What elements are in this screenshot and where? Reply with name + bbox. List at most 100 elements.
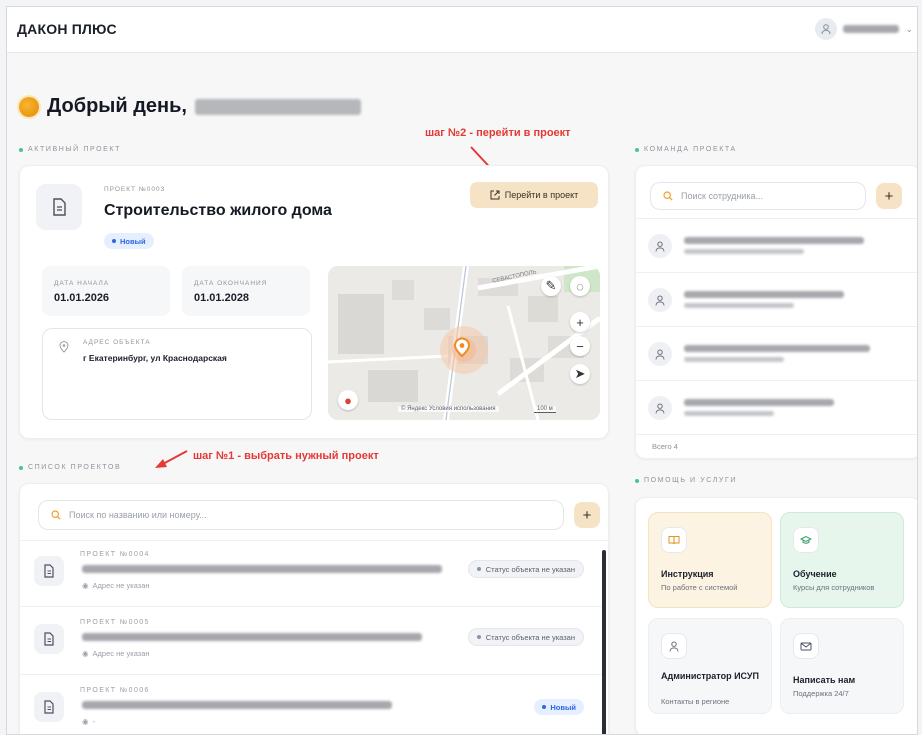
project-number: ПРОЕКТ №0005 bbox=[80, 619, 150, 626]
project-address: ◉ - bbox=[82, 717, 95, 726]
member-name-redacted bbox=[684, 399, 834, 406]
map-layers-icon[interactable]: ◌ bbox=[570, 276, 590, 296]
go-to-project-button[interactable]: Перейти в проект bbox=[470, 182, 598, 208]
tile-training[interactable]: Обучение Курсы для сотрудников bbox=[780, 512, 904, 608]
member-name-redacted bbox=[684, 291, 844, 298]
team-member-row[interactable] bbox=[636, 381, 917, 435]
member-role-redacted bbox=[684, 303, 794, 308]
project-name-redacted bbox=[82, 633, 422, 641]
go-to-project-label: Перейти в проект bbox=[504, 190, 579, 200]
top-bar: ДАКОН ПЛЮС ⌄ bbox=[7, 7, 917, 53]
status-badge: Статус объекта не указан bbox=[467, 560, 584, 578]
map-ruler-icon[interactable]: ✎ bbox=[541, 276, 561, 296]
active-project-card: ПРОЕКТ №0003 Строительство жилого дома Н… bbox=[19, 165, 609, 439]
end-date-value: 01.01.2028 bbox=[194, 292, 250, 304]
section-dot-icon bbox=[635, 147, 639, 152]
user-name-redacted bbox=[843, 25, 900, 33]
tile-subtitle: По работе с системой bbox=[661, 583, 738, 592]
map-locate-icon[interactable]: ➤ bbox=[570, 364, 590, 384]
status-badge: Новый bbox=[104, 230, 154, 249]
project-number: ПРОЕКТ №0004 bbox=[80, 551, 150, 558]
document-icon bbox=[34, 624, 64, 654]
graduation-cap-icon bbox=[793, 527, 819, 553]
address-card: АДРЕС ОБЪЕКТА г Екатеринбург, ул Краснод… bbox=[42, 328, 312, 420]
project-row[interactable]: ПРОЕКТ №0005 ◉ Адрес не указан Статус объ… bbox=[20, 609, 604, 675]
project-title: Строительство жилого дома bbox=[104, 202, 332, 219]
person-icon bbox=[648, 234, 672, 258]
location-pin-icon bbox=[59, 341, 69, 353]
project-row[interactable]: ПРОЕКТ №0006 ◉ - Новый bbox=[20, 677, 604, 734]
team-member-row[interactable] bbox=[636, 273, 917, 327]
start-date-label: ДАТА НАЧАЛА bbox=[54, 280, 110, 287]
section-dot-icon bbox=[19, 147, 23, 152]
status-badge-label: Новый bbox=[550, 702, 576, 712]
document-icon bbox=[34, 692, 64, 722]
person-icon bbox=[648, 288, 672, 312]
project-address-text: - bbox=[92, 717, 96, 726]
document-icon bbox=[34, 556, 64, 586]
member-role-redacted bbox=[684, 411, 774, 416]
section-title-active-project: АКТИВНЫЙ ПРОЕКТ bbox=[19, 146, 121, 153]
greeting: Добрый день, bbox=[19, 95, 361, 118]
team-card: Поиск сотрудника... + Всего 4 bbox=[635, 165, 917, 459]
status-badge-label: Статус объекта не указан bbox=[485, 564, 575, 574]
tile-title: Обучение bbox=[793, 569, 837, 579]
map-attribution[interactable]: © Яндекс Условия использования bbox=[398, 406, 499, 412]
greeting-text: Добрый день, bbox=[47, 95, 187, 117]
project-address-text: Адрес не указан bbox=[92, 649, 150, 658]
greeting-name-redacted bbox=[194, 98, 361, 115]
member-name-redacted bbox=[684, 345, 870, 352]
team-search-input[interactable]: Поиск сотрудника... bbox=[650, 182, 866, 210]
document-icon bbox=[36, 184, 82, 230]
project-number: ПРОЕКТ №0006 bbox=[80, 687, 150, 694]
end-date-label: ДАТА ОКОНЧАНИЯ bbox=[194, 280, 268, 287]
tile-administrator[interactable]: Администратор ИСУП Контакты в регионе bbox=[648, 618, 772, 714]
team-member-row[interactable] bbox=[636, 327, 917, 381]
location-pin-icon: ◉ bbox=[82, 649, 89, 658]
section-title-projects-list: СПИСОК ПРОЕКТОВ bbox=[19, 464, 121, 471]
sun-icon bbox=[19, 96, 39, 117]
add-member-button[interactable]: + bbox=[876, 183, 902, 209]
project-search-input[interactable]: Поиск по названию или номеру... bbox=[38, 500, 564, 530]
tile-subtitle: Контакты в регионе bbox=[661, 697, 730, 706]
user-menu[interactable]: ⌄ bbox=[815, 18, 913, 40]
section-dot-icon bbox=[635, 478, 639, 483]
map-geo-pin-icon[interactable]: ● bbox=[338, 390, 358, 410]
book-icon bbox=[661, 527, 687, 553]
projects-scrollbar[interactable] bbox=[602, 550, 606, 734]
chevron-down-icon: ⌄ bbox=[905, 23, 913, 34]
section-label: КОМАНДА ПРОЕКТА bbox=[644, 146, 737, 153]
section-label: СПИСОК ПРОЕКТОВ bbox=[28, 464, 122, 471]
location-pin-icon: ◉ bbox=[82, 581, 89, 590]
project-address: ◉ Адрес не указан bbox=[82, 581, 150, 590]
project-map[interactable]: СЕВАСТОПОЛЬ ✎ ◌ + − ➤ ● © Яндекс Условия… bbox=[328, 266, 600, 420]
tile-subtitle: Поддержка 24/7 bbox=[793, 689, 849, 698]
tile-title: Администратор ИСУП bbox=[661, 671, 759, 681]
tile-instruction[interactable]: Инструкция По работе с системой bbox=[648, 512, 772, 608]
team-member-row[interactable] bbox=[636, 219, 917, 273]
external-link-icon bbox=[490, 190, 500, 200]
search-icon bbox=[663, 191, 673, 201]
annotation-step-2: шаг №2 - перейти в проект bbox=[425, 127, 571, 139]
start-date-value: 01.01.2026 bbox=[54, 292, 110, 304]
status-badge: Новый bbox=[534, 696, 584, 715]
brand-logo[interactable]: ДАКОН ПЛЮС bbox=[17, 21, 117, 37]
team-total: Всего 4 bbox=[652, 442, 678, 451]
tile-write-us[interactable]: Написать нам Поддержка 24/7 bbox=[780, 618, 904, 714]
status-badge-label: Статус объекта не указан bbox=[485, 632, 575, 642]
address-label: АДРЕС ОБЪЕКТА bbox=[83, 339, 151, 346]
map-scale: 100 м bbox=[534, 406, 556, 413]
tile-subtitle: Курсы для сотрудников bbox=[793, 583, 875, 592]
add-project-button[interactable]: + bbox=[574, 502, 600, 528]
person-icon bbox=[661, 633, 687, 659]
member-name-redacted bbox=[684, 237, 864, 244]
map-zoom-in-icon[interactable]: + bbox=[570, 312, 590, 332]
user-avatar-icon bbox=[815, 18, 838, 40]
tile-title: Написать нам bbox=[793, 675, 856, 685]
location-pin-icon: ◉ bbox=[82, 717, 89, 726]
search-icon bbox=[51, 510, 61, 520]
map-zoom-out-icon[interactable]: − bbox=[570, 336, 590, 356]
help-card: Инструкция По работе с системой Обучение… bbox=[635, 497, 917, 734]
project-address: ◉ Адрес не указан bbox=[82, 649, 150, 658]
project-row[interactable]: ПРОЕКТ №0004 ◉ Адрес не указан Статус объ… bbox=[20, 541, 604, 607]
